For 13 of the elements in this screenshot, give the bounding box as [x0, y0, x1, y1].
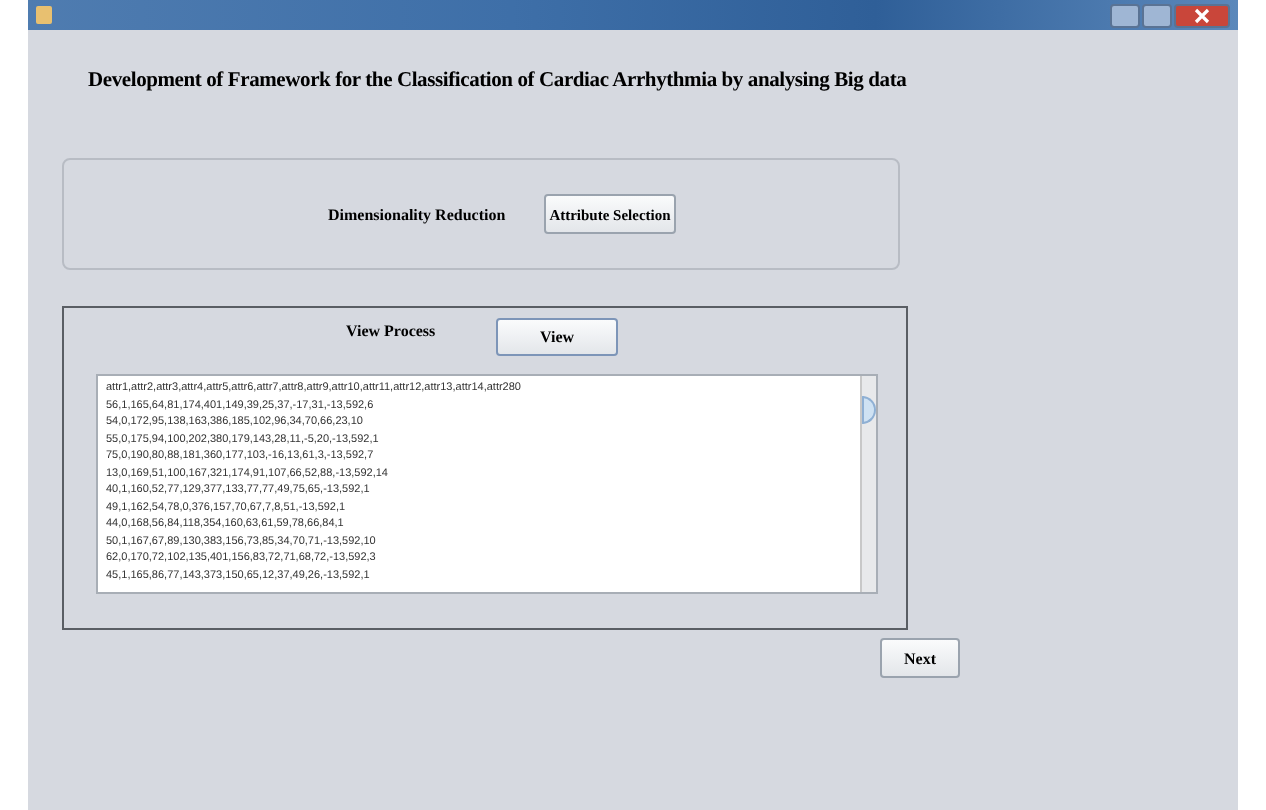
- close-icon: [1192, 7, 1212, 23]
- output-text-area[interactable]: [96, 374, 878, 594]
- panel-label: View Process: [346, 321, 438, 339]
- next-button[interactable]: Next: [880, 638, 960, 678]
- maximize-button[interactable]: [1142, 3, 1172, 27]
- scrollbar-thumb[interactable]: [862, 396, 876, 424]
- scrollbar[interactable]: [860, 376, 876, 592]
- view-button[interactable]: View: [496, 317, 618, 355]
- minimize-button[interactable]: [1110, 3, 1140, 27]
- page-heading: Development of Framework for the Classification of Cardiac Arrhythmia by analysing Big data: [88, 70, 909, 92]
- panel-label: Dimensionality Reduction: [328, 205, 508, 223]
- app-icon: [36, 6, 52, 24]
- close-button[interactable]: [1174, 3, 1230, 27]
